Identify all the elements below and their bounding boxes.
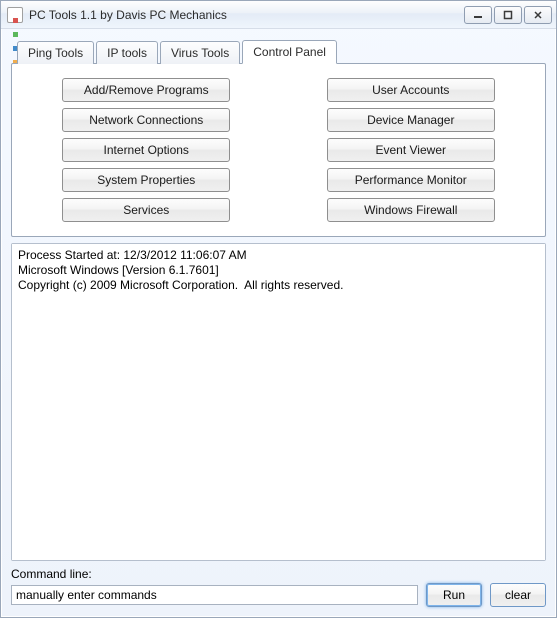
tab-ip-tools[interactable]: IP tools bbox=[96, 41, 158, 64]
maximize-icon bbox=[503, 10, 513, 20]
client-area: Ping Tools IP tools Virus Tools Control … bbox=[1, 29, 556, 617]
device-manager-button[interactable]: Device Manager bbox=[327, 108, 495, 132]
add-remove-programs-button[interactable]: Add/Remove Programs bbox=[62, 78, 230, 102]
network-connections-button[interactable]: Network Connections bbox=[62, 108, 230, 132]
command-input[interactable] bbox=[11, 585, 418, 605]
services-button[interactable]: Services bbox=[62, 198, 230, 222]
tab-strip: Ping Tools IP tools Virus Tools Control … bbox=[17, 39, 546, 63]
minimize-icon bbox=[473, 10, 483, 20]
close-icon bbox=[533, 10, 543, 20]
tab-ping-tools[interactable]: Ping Tools bbox=[17, 41, 94, 64]
user-accounts-button[interactable]: User Accounts bbox=[327, 78, 495, 102]
command-line-row: Run clear bbox=[11, 583, 546, 607]
command-section: Command line: Run clear bbox=[11, 567, 546, 607]
close-button[interactable] bbox=[524, 6, 552, 24]
windows-firewall-button[interactable]: Windows Firewall bbox=[327, 198, 495, 222]
event-viewer-button[interactable]: Event Viewer bbox=[327, 138, 495, 162]
tab-panel-control-panel: Add/Remove Programs User Accounts Networ… bbox=[11, 63, 546, 237]
command-label: Command line: bbox=[11, 567, 546, 581]
window-title: PC Tools 1.1 by Davis PC Mechanics bbox=[29, 8, 464, 22]
minimize-button[interactable] bbox=[464, 6, 492, 24]
tab-virus-tools[interactable]: Virus Tools bbox=[160, 41, 240, 64]
app-icon bbox=[7, 7, 23, 23]
titlebar[interactable]: PC Tools 1.1 by Davis PC Mechanics bbox=[1, 1, 556, 29]
maximize-button[interactable] bbox=[494, 6, 522, 24]
run-button[interactable]: Run bbox=[426, 583, 482, 607]
output-panel bbox=[11, 243, 546, 561]
output-text[interactable] bbox=[12, 244, 545, 560]
system-properties-button[interactable]: System Properties bbox=[62, 168, 230, 192]
tab-control-panel[interactable]: Control Panel bbox=[242, 40, 337, 64]
window-controls bbox=[464, 6, 552, 24]
app-window: PC Tools 1.1 by Davis PC Mechanics Ping … bbox=[0, 0, 557, 618]
internet-options-button[interactable]: Internet Options bbox=[62, 138, 230, 162]
performance-monitor-button[interactable]: Performance Monitor bbox=[327, 168, 495, 192]
clear-button[interactable]: clear bbox=[490, 583, 546, 607]
control-panel-grid: Add/Remove Programs User Accounts Networ… bbox=[42, 78, 515, 222]
